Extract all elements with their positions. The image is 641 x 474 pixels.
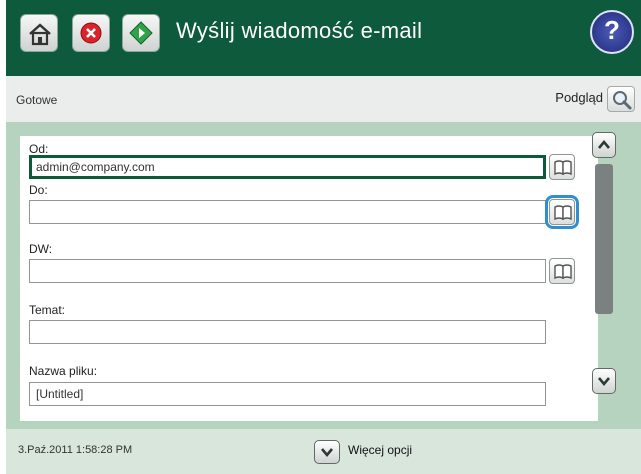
from-field[interactable]: admin@company.com (29, 155, 546, 179)
preview-button[interactable] (607, 86, 635, 112)
scrollbar[interactable] (592, 132, 616, 422)
start-button[interactable] (122, 14, 160, 52)
main-panel: Od: admin@company.com Do: DW: Temat: Naz… (6, 122, 641, 429)
more-options-label[interactable]: Więcej opcji (348, 443, 412, 457)
page-title: Wyślij wiadomość e-mail (176, 18, 423, 43)
email-form: Od: admin@company.com Do: DW: Temat: Naz… (20, 136, 598, 421)
chevron-up-icon (598, 139, 610, 149)
to-address-book-button[interactable] (545, 195, 579, 229)
scroll-thumb[interactable] (595, 164, 613, 314)
address-book-icon (554, 264, 572, 280)
home-button[interactable] (20, 14, 58, 52)
scroll-down-button[interactable] (592, 368, 616, 394)
magnifier-icon (613, 91, 632, 110)
scroll-up-button[interactable] (592, 132, 616, 158)
status-bar: Gotowe Podgląd (6, 76, 641, 123)
from-label: Od: (29, 142, 49, 156)
subject-label: Temat: (29, 303, 66, 317)
home-icon (29, 23, 51, 46)
start-icon (129, 21, 153, 45)
more-options-button[interactable] (314, 440, 340, 464)
preview-label[interactable]: Podgląd (555, 90, 603, 105)
filename-field[interactable]: [Untitled] (29, 382, 546, 406)
filename-label: Nazwa pliku: (29, 364, 98, 378)
stop-button[interactable] (72, 14, 110, 52)
address-book-icon (554, 160, 572, 176)
cc-address-book-button[interactable] (549, 258, 575, 284)
datetime-label: 3.Paź.2011 1:58:28 PM (18, 444, 133, 456)
to-label: Do: (29, 183, 48, 197)
to-field[interactable] (29, 200, 546, 224)
from-address-book-button[interactable] (549, 154, 575, 180)
help-icon: ? (604, 15, 620, 45)
stop-icon (80, 22, 102, 44)
status-text: Gotowe (16, 93, 58, 107)
chevron-down-icon (321, 448, 333, 458)
footer-bar: 3.Paź.2011 1:58:28 PM Więcej opcji (6, 429, 641, 474)
help-button[interactable]: ? (590, 10, 634, 54)
subject-field[interactable] (29, 320, 546, 344)
address-book-icon (554, 205, 572, 221)
cc-label: DW: (29, 242, 53, 256)
cc-field[interactable] (29, 259, 546, 283)
header-bar: Wyślij wiadomość e-mail ? (6, 0, 641, 76)
chevron-down-icon (598, 377, 610, 387)
